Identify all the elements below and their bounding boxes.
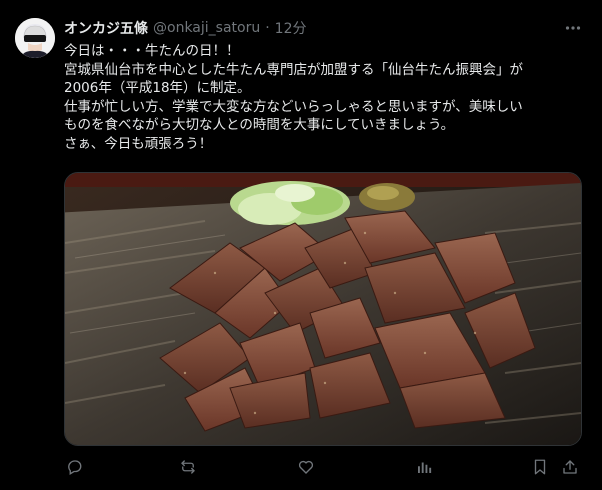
tweet-line: 仕事が忙しい方、学業で大変な方などいらっしゃると思いますが、美味しい <box>64 98 523 115</box>
separator: · <box>265 20 270 36</box>
author-name[interactable]: オンカジ五條 <box>64 18 148 38</box>
tweet-header: オンカジ五條 @onkaji_satoru · 12分 <box>64 17 562 39</box>
more-icon[interactable] <box>562 17 584 39</box>
tweet-text: 今日は・・・牛たんの日！！ 宮城県仙台市を中心とした牛たん専門店が加盟する「仙台… <box>64 42 584 153</box>
heart-icon[interactable] <box>296 455 316 479</box>
views-icon[interactable] <box>414 455 434 479</box>
bookmark-icon[interactable] <box>530 455 550 479</box>
photo-image <box>65 173 581 445</box>
avatar-image <box>15 18 55 58</box>
tweet-line: 今日は・・・牛たんの日！！ <box>64 43 240 59</box>
retweet-icon[interactable] <box>178 455 198 479</box>
tweet-line: 2006年（平成18年）に制定。 <box>64 80 251 96</box>
avatar[interactable] <box>15 18 55 58</box>
tweet-line: さぁ、今日も頑張ろう！ <box>64 135 213 152</box>
tweet-line: 宮城県仙台市を中心とした牛たん専門店が加盟する「仙台牛たん振興会」が <box>64 61 523 78</box>
tweet-line: ものを食べながら大切な人との時間を大事にしていきましょう。 <box>64 117 455 133</box>
share-icon[interactable] <box>560 455 580 479</box>
reply-icon[interactable] <box>64 455 84 479</box>
author-handle[interactable]: @onkaji_satoru <box>153 20 260 36</box>
timestamp[interactable]: 12分 <box>275 18 307 38</box>
tweet: オンカジ五條 @onkaji_satoru · 12分 今日は・・・牛たんの日！… <box>0 0 602 490</box>
tweet-photo[interactable] <box>64 172 582 446</box>
action-bar <box>64 455 584 479</box>
